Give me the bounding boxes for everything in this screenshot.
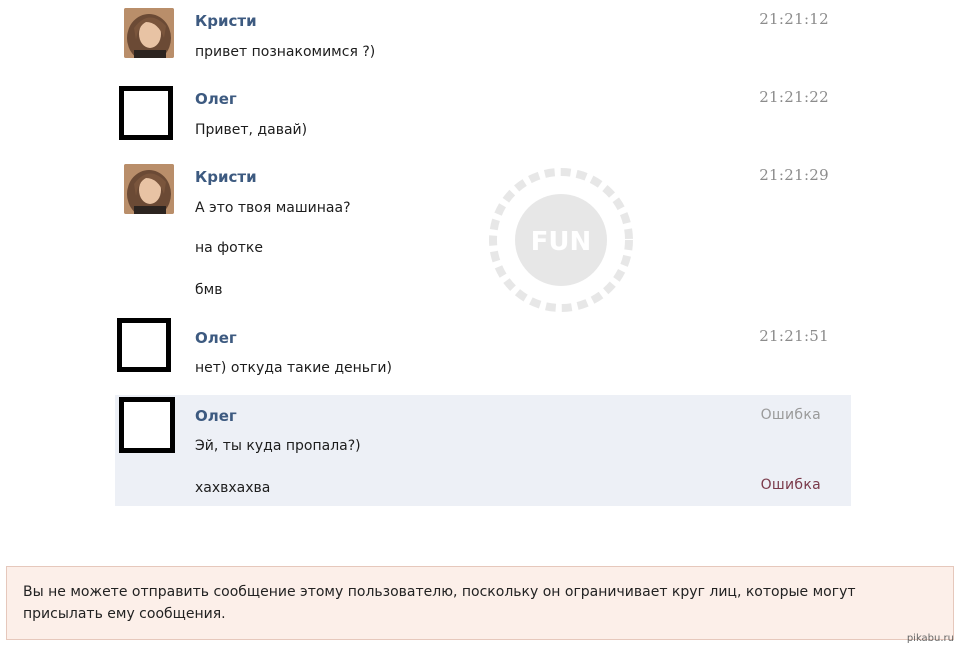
site-watermark: pikabu.ru: [906, 633, 954, 644]
chat-page: FUN Кристи 21:21:12 привет познакомимся …: [0, 0, 960, 648]
avatar-kristi[interactable]: [124, 164, 174, 214]
message-time: 21:21:51: [759, 327, 829, 345]
unsent-message-item: Олег Ошибка Эй, ты куда пропала?) хахвха…: [115, 395, 851, 506]
error-status[interactable]: Ошибка: [761, 477, 821, 493]
message-author[interactable]: Кристи: [195, 12, 257, 30]
message-text: на фотке: [195, 240, 263, 256]
message-text: нет) откуда такие деньги): [195, 360, 392, 376]
avatar-kristi[interactable]: [124, 8, 174, 58]
message-time: 21:21:29: [759, 166, 829, 184]
message-text: Эй, ты куда пропала?): [195, 438, 361, 454]
message-text: привет познакомимся ?): [195, 44, 376, 60]
message-author[interactable]: Олег: [195, 407, 237, 425]
message-item: Олег 21:21:51 нет) откуда такие деньги): [115, 316, 851, 390]
send-error-banner: Вы не можете отправить сообщение этому п…: [6, 566, 954, 640]
message-item: Кристи 21:21:12 привет познакомимся ?): [115, 0, 851, 74]
message-author[interactable]: Олег: [195, 90, 237, 108]
send-error-text: Вы не можете отправить сообщение этому п…: [23, 584, 856, 622]
message-item: Олег 21:21:22 Привет, давай): [115, 78, 851, 148]
message-item: Кристи 21:21:29 А это твоя машинаа? на ф…: [115, 156, 851, 306]
avatar-oleg[interactable]: [117, 318, 171, 372]
message-text: А это твоя машинаа?: [195, 200, 351, 216]
message-time: 21:21:22: [759, 88, 829, 106]
message-author[interactable]: Олег: [195, 329, 237, 347]
message-author[interactable]: Кристи: [195, 168, 257, 186]
message-time: 21:21:12: [759, 10, 829, 28]
error-status[interactable]: Ошибка: [761, 407, 821, 423]
message-text: Привет, давай): [195, 122, 308, 138]
message-text: хахвхахва: [195, 480, 271, 496]
message-text: бмв: [195, 282, 223, 298]
avatar-oleg[interactable]: [119, 86, 173, 140]
avatar-oleg[interactable]: [119, 397, 175, 453]
